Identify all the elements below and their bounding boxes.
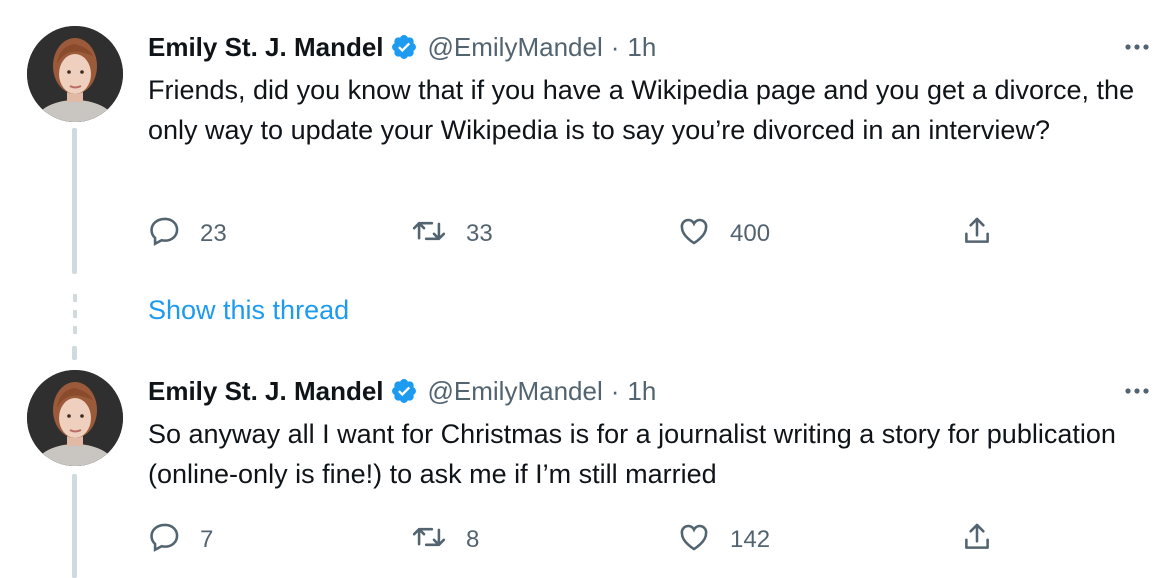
tweet-header: Emily St. J. Mandel @EmilyMandel · 1h bbox=[148, 374, 656, 408]
tweet-header: Emily St. J. Mandel @EmilyMandel · 1h bbox=[148, 30, 656, 64]
retweet-button[interactable]: 33 bbox=[410, 214, 493, 254]
tweet-actions: 7 8 142 bbox=[148, 520, 1158, 560]
show-thread-link[interactable]: Show this thread bbox=[148, 292, 349, 328]
share-icon bbox=[960, 520, 994, 561]
tweet-actions: 23 33 400 bbox=[148, 214, 1158, 254]
tweet-text: Friends, did you know that if you have a… bbox=[148, 75, 1142, 145]
like-button[interactable]: 400 bbox=[676, 214, 770, 254]
tweet-text: So anyway all I want for Christmas is fo… bbox=[148, 419, 1124, 489]
timestamp[interactable]: 1h bbox=[627, 374, 656, 408]
like-icon bbox=[676, 214, 712, 255]
more-icon[interactable] bbox=[1122, 374, 1152, 408]
retweet-count: 8 bbox=[466, 526, 480, 553]
avatar[interactable] bbox=[27, 26, 123, 122]
verified-badge-icon bbox=[390, 33, 418, 61]
verified-badge-icon bbox=[390, 377, 418, 405]
reply-icon bbox=[148, 214, 182, 255]
tweet[interactable]: Emily St. J. Mandel @EmilyMandel · 1h Fr… bbox=[0, 26, 1164, 256]
author-name[interactable]: Emily St. J. Mandel bbox=[148, 30, 384, 64]
more-icon[interactable] bbox=[1122, 30, 1152, 64]
retweet-icon bbox=[410, 214, 448, 255]
separator: · bbox=[610, 376, 620, 406]
share-button[interactable] bbox=[960, 214, 994, 254]
timestamp[interactable]: 1h bbox=[627, 30, 656, 64]
reply-icon bbox=[148, 520, 182, 561]
retweet-icon bbox=[410, 520, 448, 561]
author-handle[interactable]: @EmilyMandel bbox=[428, 30, 603, 64]
reply-button[interactable]: 23 bbox=[148, 214, 227, 254]
like-count: 142 bbox=[730, 526, 771, 553]
retweet-button[interactable]: 8 bbox=[410, 520, 479, 560]
thread-line bbox=[72, 346, 77, 360]
tweet[interactable]: Emily St. J. Mandel @EmilyMandel · 1h So… bbox=[0, 370, 1164, 578]
like-icon bbox=[676, 520, 712, 561]
share-button[interactable] bbox=[960, 520, 994, 560]
separator: · bbox=[610, 32, 620, 62]
like-count: 400 bbox=[730, 220, 771, 247]
thread-gap-dots bbox=[73, 294, 77, 342]
retweet-count: 33 bbox=[466, 220, 493, 247]
author-name[interactable]: Emily St. J. Mandel bbox=[148, 374, 384, 408]
reply-button[interactable]: 7 bbox=[148, 520, 213, 560]
like-button[interactable]: 142 bbox=[676, 520, 770, 560]
share-icon bbox=[960, 214, 994, 255]
author-handle[interactable]: @EmilyMandel bbox=[428, 374, 603, 408]
reply-count: 23 bbox=[200, 220, 227, 247]
thread-line bbox=[72, 474, 77, 578]
avatar[interactable] bbox=[27, 370, 123, 466]
reply-count: 7 bbox=[200, 526, 214, 553]
